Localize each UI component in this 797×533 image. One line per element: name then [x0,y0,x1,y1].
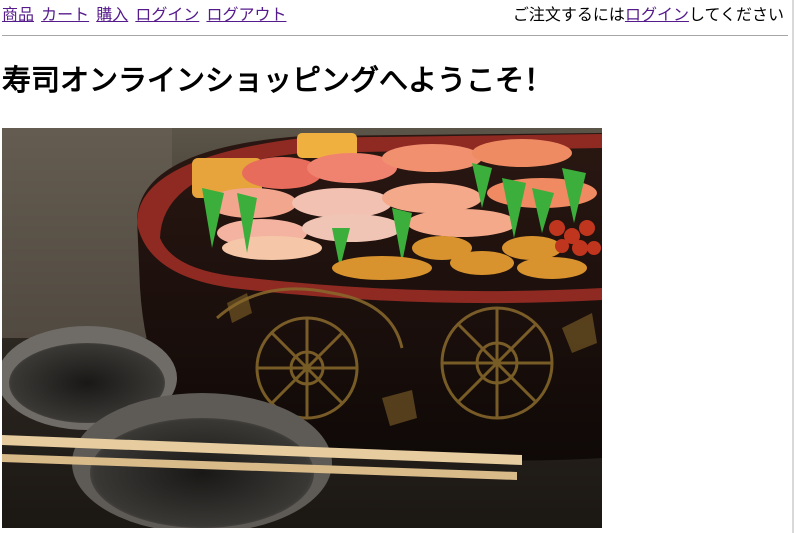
header-divider [2,35,788,36]
nav-link-products[interactable]: 商品 [2,5,34,24]
page-title: 寿司オンラインショッピングへようこそ！ [2,63,554,97]
top-navigation: 商品 カート 購入 ログイン ログアウト ご注文するにはログインしてください [2,4,788,28]
nav-link-purchase[interactable]: 購入 [96,5,128,24]
sushi-hero-image [2,128,602,528]
login-prompt-link[interactable]: ログイン [625,5,689,24]
nav-links: 商品 カート 購入 ログイン ログアウト [2,4,288,26]
login-prompt-prefix: ご注文するには [512,5,625,24]
login-prompt-suffix: してください [688,5,784,24]
nav-link-cart[interactable]: カート [41,5,89,24]
window-edge [792,0,794,533]
nav-link-login[interactable]: ログイン [135,5,199,24]
nav-link-logout[interactable]: ログアウト [206,5,286,24]
login-prompt: ご注文するにはログインしてください [513,4,784,26]
